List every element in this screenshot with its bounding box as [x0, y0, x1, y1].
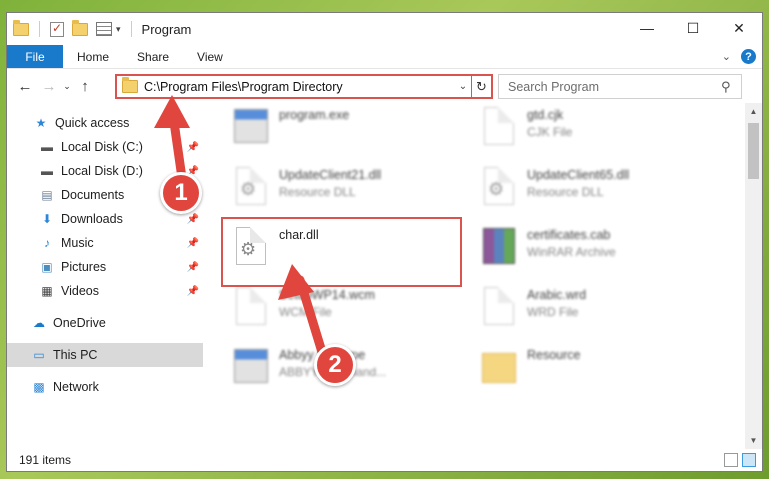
- step-badge-1: 1: [160, 172, 202, 214]
- annotation-arrows: [154, 95, 327, 357]
- step-badge-2: 2: [314, 344, 356, 386]
- arrowhead-1: [154, 95, 190, 128]
